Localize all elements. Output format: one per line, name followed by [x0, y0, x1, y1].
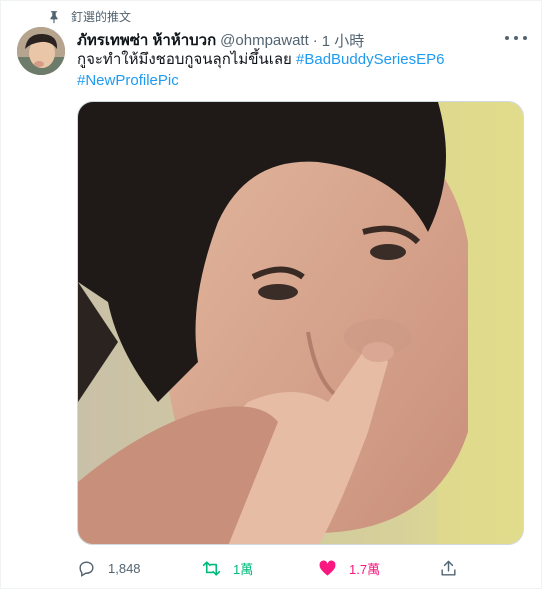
retweet-button[interactable]: 1萬: [202, 557, 253, 579]
tweet-media-photo[interactable]: [77, 101, 524, 545]
tweet-body: กูจะทำให้มึงชอบกูจนลุกไม่ขึ้นเลย: [77, 51, 292, 68]
avatar-image: [17, 27, 65, 75]
share-button[interactable]: [439, 557, 458, 579]
reply-count: 1,848: [108, 560, 141, 576]
retweet-count: 1萬: [233, 561, 254, 577]
tweet-text: กูจะทำให้มึงชอบกูจนลุกไม่ขึ้นเลย #BadBud…: [77, 49, 527, 91]
photo-image: [78, 102, 523, 544]
reply-button[interactable]: 1,848: [77, 557, 141, 579]
hashtag-newprofilepic[interactable]: #NewProfilePic: [77, 72, 179, 89]
tweet-card[interactable]: 釘選的推文 ภัทรเทพซ่า ห้าห้าบวก @ohmpawatt · …: [0, 0, 542, 589]
user-handle[interactable]: @ohmpawatt: [220, 32, 309, 49]
pin-icon: [50, 10, 58, 23]
pinned-tweet-label: 釘選的推文: [47, 8, 131, 25]
avatar[interactable]: [17, 27, 65, 75]
pinned-text: 釘選的推文: [71, 10, 132, 24]
like-count: 1.7萬: [349, 561, 381, 577]
separator-dot: ·: [312, 31, 318, 49]
like-button[interactable]: 1.7萬: [318, 557, 380, 579]
retweet-icon: [202, 560, 221, 576]
tweet-actions: 1,848 1萬 1.7萬: [77, 557, 477, 579]
hashtag-badbuddyseriesep6[interactable]: #BadBuddySeriesEP6: [296, 51, 444, 68]
reply-icon: [79, 560, 94, 577]
share-icon: [441, 560, 456, 576]
more-options-icon[interactable]: [505, 29, 527, 47]
heart-icon: [319, 560, 336, 576]
timestamp[interactable]: 1 小時: [322, 30, 365, 51]
